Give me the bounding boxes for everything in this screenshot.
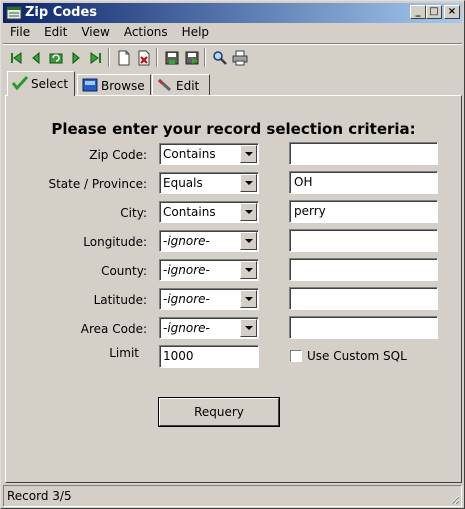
tab-edit[interactable]: Edit: [152, 74, 210, 95]
dropdown-arrow-icon[interactable]: [240, 261, 257, 279]
form-heading: Please enter your record selection crite…: [51, 120, 416, 138]
status-text: Record 3/5: [7, 489, 72, 503]
delete-record-button[interactable]: [133, 47, 153, 67]
status-bar: Record 3/5: [3, 485, 462, 507]
dropdown-arrow-icon[interactable]: [240, 290, 257, 308]
county-input[interactable]: [289, 258, 438, 281]
menu-file[interactable]: File: [3, 23, 37, 39]
state-province-operator-select[interactable]: Equals: [159, 172, 259, 194]
state-province-input[interactable]: OH: [289, 171, 438, 194]
longitude-input[interactable]: [289, 229, 438, 252]
latitude-input[interactable]: [289, 287, 438, 310]
previous-record-button[interactable]: [25, 47, 45, 67]
dropdown-arrow-icon[interactable]: [240, 174, 257, 192]
toolbar-separator: [108, 48, 110, 67]
app-icon: [6, 5, 22, 21]
tab-strip: Select Browse Edit: [5, 71, 462, 96]
minimize-icon: _: [415, 6, 421, 17]
save-as-button[interactable]: [181, 47, 201, 67]
toolbar: [5, 47, 460, 69]
magnifier-icon: [213, 51, 227, 65]
dropdown-arrow-icon[interactable]: [240, 145, 257, 163]
state-province-label: State / Province:: [48, 177, 147, 191]
menu-bar: File Edit View Actions Help: [3, 23, 462, 43]
zip-code-label: Zip Code:: [89, 148, 147, 162]
close-button[interactable]: ×: [444, 5, 460, 19]
menu-view[interactable]: View: [74, 23, 116, 39]
save-button[interactable]: [161, 47, 181, 67]
print-button[interactable]: [229, 47, 249, 67]
tab-select[interactable]: Select: [7, 71, 75, 96]
title-bar[interactable]: Zip Codes _ □ ×: [3, 3, 462, 23]
select-panel: Please enter your record selection crite…: [5, 95, 462, 483]
city-label: City:: [120, 206, 147, 220]
refresh-button[interactable]: [45, 47, 65, 67]
latitude-operator-value: -ignore-: [163, 292, 210, 306]
zip-code-operator-value: Contains: [163, 147, 216, 161]
checkmark-icon: [11, 75, 29, 91]
first-record-button[interactable]: [5, 47, 25, 67]
first-record-icon: [11, 52, 22, 64]
new-record-button[interactable]: [113, 47, 133, 67]
new-document-icon: [118, 50, 130, 66]
previous-record-icon: [32, 51, 40, 65]
requery-button[interactable]: Requery: [159, 398, 279, 426]
tab-browse[interactable]: Browse: [77, 74, 151, 95]
maximize-button[interactable]: □: [426, 5, 442, 19]
menu-actions[interactable]: Actions: [117, 23, 175, 39]
county-label: County:: [101, 264, 147, 278]
last-record-icon: [90, 52, 101, 64]
area-code-operator-select[interactable]: -ignore-: [159, 317, 259, 339]
toolbar-separator: [204, 48, 206, 67]
tab-browse-label: Browse: [101, 79, 145, 93]
longitude-operator-value: -ignore-: [163, 234, 210, 248]
dropdown-arrow-icon[interactable]: [240, 203, 257, 221]
toolbar-separator: [156, 48, 158, 67]
close-icon: ×: [447, 6, 457, 17]
state-province-operator-value: Equals: [163, 176, 203, 190]
next-record-button[interactable]: [65, 47, 85, 67]
latitude-label: Latitude:: [93, 293, 147, 307]
custom-sql-label[interactable]: Use Custom SQL: [307, 349, 407, 363]
dropdown-arrow-icon[interactable]: [240, 319, 257, 337]
printer-icon: [232, 50, 248, 66]
edit-icon: [157, 78, 173, 92]
limit-input[interactable]: 1000: [159, 345, 259, 368]
find-button[interactable]: [209, 47, 229, 67]
area-code-input[interactable]: [289, 316, 438, 339]
minimize-button[interactable]: _: [410, 5, 426, 19]
tab-select-label: Select: [31, 77, 69, 91]
browse-icon: [82, 78, 98, 92]
area-code-label: Area Code:: [80, 322, 147, 336]
dropdown-arrow-icon[interactable]: [240, 232, 257, 250]
refresh-icon: [49, 53, 63, 64]
county-operator-select[interactable]: -ignore-: [159, 259, 259, 281]
city-operator-value: Contains: [163, 205, 216, 219]
area-code-operator-value: -ignore-: [163, 321, 210, 335]
save-icon: [165, 51, 179, 65]
city-input[interactable]: perry: [289, 200, 438, 223]
county-operator-value: -ignore-: [163, 263, 210, 277]
limit-label: Limit: [109, 346, 139, 360]
tab-edit-label: Edit: [176, 79, 200, 93]
window-title: Zip Codes: [25, 5, 98, 20]
maximize-icon: □: [429, 6, 439, 17]
save-as-icon: [185, 51, 199, 65]
longitude-label: Longitude:: [83, 235, 147, 249]
menu-separator: [3, 43, 462, 45]
next-record-icon: [72, 51, 80, 65]
delete-document-icon: [138, 50, 150, 66]
menu-help[interactable]: Help: [175, 23, 216, 39]
zip-code-input[interactable]: [289, 142, 438, 165]
longitude-operator-select[interactable]: -ignore-: [159, 230, 259, 252]
resize-grip-icon[interactable]: [448, 493, 460, 505]
zip-code-operator-select[interactable]: Contains: [159, 143, 259, 165]
custom-sql-checkbox[interactable]: [290, 350, 302, 362]
app-window: Zip Codes _ □ × File Edit View Actions Help: [0, 0, 465, 509]
latitude-operator-select[interactable]: -ignore-: [159, 288, 259, 310]
city-operator-select[interactable]: Contains: [159, 201, 259, 223]
last-record-button[interactable]: [85, 47, 105, 67]
menu-edit[interactable]: Edit: [37, 23, 74, 39]
